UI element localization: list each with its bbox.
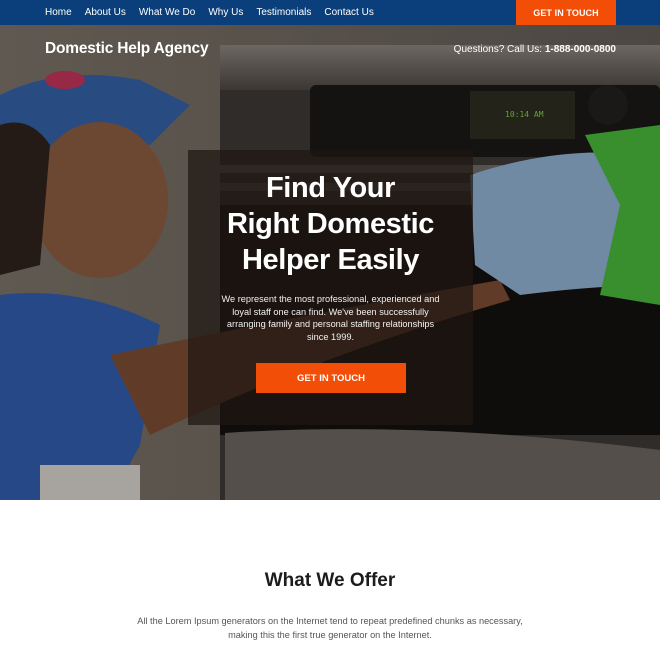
nav-link-why-us[interactable]: Why Us — [208, 7, 243, 18]
hero-title-line: Right Domestic — [226, 208, 435, 240]
top-navbar: Home About Us What We Do Why Us Testimon… — [0, 0, 660, 25]
nav-link-testimonials[interactable]: Testimonials — [256, 7, 311, 18]
hero-title-line: Helper Easily — [242, 244, 419, 276]
nav-link-home[interactable]: Home — [45, 7, 72, 18]
hero-get-in-touch-button[interactable]: GET IN TOUCH — [256, 363, 406, 393]
nav-link-about-us[interactable]: About Us — [85, 7, 126, 18]
hero-content-box: Find Your Right Domestic Helper Easily W… — [188, 150, 473, 425]
phone-prefix: Questions? Call Us: — [453, 44, 543, 55]
what-we-offer-heading: What We Offer — [264, 570, 396, 591]
phone-contact: Questions? Call Us: 1-888-000-0800 — [454, 44, 616, 55]
hero-description: We represent the most professional, expe… — [221, 294, 440, 342]
nav-link-what-we-do[interactable]: What We Do — [139, 7, 196, 18]
nav-link-contact-us[interactable]: Contact Us — [324, 7, 373, 18]
what-we-offer-text: All the Lorem Ipsum generators on the In… — [137, 616, 523, 640]
phone-number[interactable]: 1-888-000-0800 — [545, 44, 616, 55]
hero-title: Find Your Right Domestic Helper Easily — [188, 170, 473, 278]
brand-logo-text[interactable]: Domestic Help Agency — [45, 40, 209, 58]
hero-title-line: Find Your — [265, 172, 396, 204]
nav-get-in-touch-button[interactable]: GET IN TOUCH — [516, 0, 616, 25]
hero-section: 10:14 AM Domestic Help Agency Questions?… — [0, 25, 660, 500]
nav-links: Home About Us What We Do Why Us Testimon… — [45, 0, 387, 25]
